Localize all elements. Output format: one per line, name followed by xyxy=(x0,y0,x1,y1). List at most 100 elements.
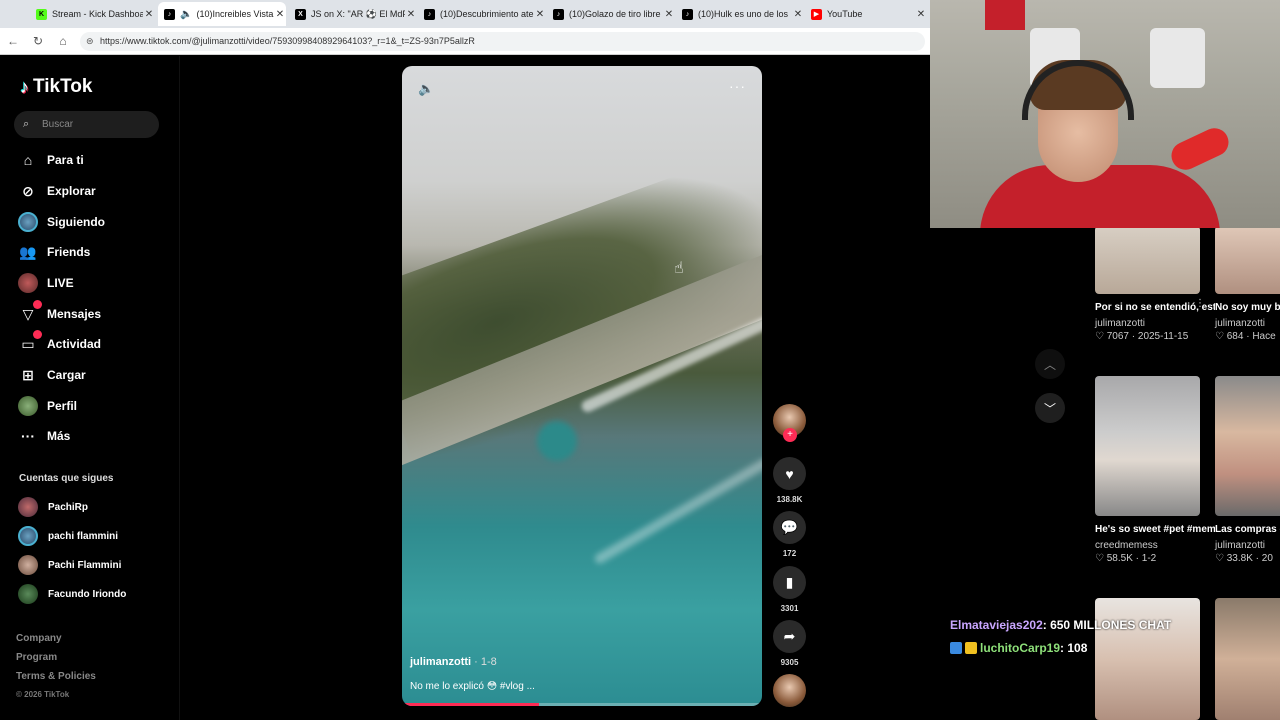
tiktok-icon: ♪ xyxy=(553,8,564,20)
chat-message: luchitoCarp19: 108 xyxy=(950,641,1087,655)
creator-avatar-button[interactable]: + xyxy=(773,404,806,442)
browser-tab[interactable]: ♪ (10)Descubrimiento ate ✕ xyxy=(418,2,546,26)
browser-tab-bar: K Stream - Kick Dashboard ✕ ♪ 🔈 (10)Incr… xyxy=(0,0,930,28)
browser-tab[interactable]: ♪ (10)Golazo de tiro libre ✕ xyxy=(547,2,675,26)
chevron-up-icon: ︿ xyxy=(1043,357,1056,372)
video-card[interactable]: Por si no se entendió, estoy... julimanz… xyxy=(1095,228,1215,342)
avatar xyxy=(18,497,38,517)
video-card[interactable]: Las compras ellas y la de e julimanzotti… xyxy=(1215,376,1280,564)
close-tab-icon[interactable]: ✕ xyxy=(143,9,155,20)
activity-icon: ▭ xyxy=(18,330,42,354)
kick-icon: K xyxy=(36,8,47,20)
video-card[interactable]: He's so sweet #pet #meme... creedmemess … xyxy=(1095,376,1215,564)
footer-link-program[interactable]: Program xyxy=(16,652,57,663)
footer-link-terms[interactable]: Terms & Policies xyxy=(16,671,96,682)
following-avatar-icon xyxy=(18,212,38,232)
notification-badge xyxy=(33,330,42,339)
footer-link-company[interactable]: Company xyxy=(16,633,62,644)
search-input[interactable]: ⌕ Buscar xyxy=(14,111,159,138)
chevron-down-icon: ﹀ xyxy=(1043,401,1056,416)
nav-item-actividad[interactable]: ▭ Actividad xyxy=(18,330,101,355)
nav-item-para-ti[interactable]: ⌂ Para ti xyxy=(18,149,84,171)
video-progress-fill xyxy=(402,703,539,706)
reload-icon[interactable]: ↻ xyxy=(30,34,46,48)
nav-item-explorar[interactable]: ⊘ Explorar xyxy=(18,180,96,202)
like-button[interactable]: ♥ 138.8K xyxy=(773,457,806,504)
tiktok-logo[interactable]: ♪ TikTok xyxy=(20,76,92,98)
url-input[interactable]: ⊜ https://www.tiktok.com/@julimanzotti/v… xyxy=(80,32,925,51)
nav-item-mas[interactable]: ··· Más xyxy=(18,425,70,447)
compass-icon: ⊘ xyxy=(22,182,34,199)
follow-plus-icon[interactable]: + xyxy=(783,428,797,442)
close-tab-icon[interactable]: ✕ xyxy=(663,9,675,20)
video-thumbnail xyxy=(1095,228,1200,294)
tiktok-icon: ♪ xyxy=(164,8,175,20)
x-icon: X xyxy=(295,8,306,20)
following-heading: Cuentas que sigues xyxy=(19,473,114,484)
following-account[interactable]: PachiRp xyxy=(18,497,88,517)
share-icon: ➦ xyxy=(773,620,806,653)
site-info-icon[interactable]: ⊜ xyxy=(86,32,94,51)
bookmark-icon: ▮ xyxy=(773,566,806,599)
video-thumbnail xyxy=(1215,376,1280,516)
heart-icon: ♥ xyxy=(773,457,806,490)
avatar xyxy=(18,555,38,575)
comment-button[interactable]: 💬 172 xyxy=(773,511,806,558)
comment-icon: 💬 xyxy=(773,511,806,544)
webcam-overlay xyxy=(930,0,1280,228)
avatar: + xyxy=(773,404,806,442)
following-account[interactable]: Facundo Iriondo xyxy=(18,584,126,604)
home-icon: ⌂ xyxy=(23,152,33,168)
video-player[interactable]: 🔈 ··· julimanzotti · 1-8 No me lo explic… xyxy=(402,66,762,706)
tiktok-icon: ♪ xyxy=(424,8,435,20)
nav-item-perfil[interactable]: Perfil xyxy=(18,395,77,417)
following-account[interactable]: pachi flammini xyxy=(18,526,118,546)
browser-tab[interactable]: ♪ (10)Hulk es uno de los ✕ xyxy=(676,2,804,26)
volume-icon[interactable]: 🔈 xyxy=(418,81,434,97)
mouse-cursor-icon: ☝ xyxy=(674,260,684,277)
browser-tab[interactable]: X JS on X: "AR ⚽ El MdP d ✕ xyxy=(289,2,417,26)
search-icon: ⌕ xyxy=(23,118,30,130)
close-tab-icon[interactable]: ✕ xyxy=(915,9,927,20)
speaker-icon: 🔈 xyxy=(180,8,193,20)
microphone-icon xyxy=(1166,123,1234,175)
badge-icon xyxy=(950,642,962,654)
following-account[interactable]: Pachi Flammini xyxy=(18,555,121,575)
more-options-icon[interactable]: ⋮ xyxy=(1195,298,1205,309)
nav-item-mensajes[interactable]: ▽ Mensajes xyxy=(18,300,101,325)
tiktok-icon: ♪ xyxy=(682,8,693,20)
address-bar: ← ↻ ⌂ ⊜ https://www.tiktok.com/@julimanz… xyxy=(0,28,930,55)
browser-tab[interactable]: K Stream - Kick Dashboard ✕ xyxy=(30,2,155,26)
nav-item-friends[interactable]: 👥 Friends xyxy=(18,241,90,263)
video-thumbnail xyxy=(1095,376,1200,516)
video-card[interactable] xyxy=(1095,598,1215,720)
browser-tab[interactable]: ▶ YouTube ✕ xyxy=(805,2,927,26)
back-icon[interactable]: ← xyxy=(5,34,21,48)
video-card[interactable]: No soy muy b en estos jueg julimanzotti … xyxy=(1215,228,1280,342)
close-tab-icon[interactable]: ✕ xyxy=(534,9,546,20)
nav-item-live[interactable]: LIVE xyxy=(18,272,74,294)
chat-message: Elmataviejas202: 650 MILLONES CHAT xyxy=(950,618,1172,632)
nav-item-siguiendo[interactable]: Siguiendo xyxy=(18,211,105,233)
more-options-icon[interactable]: ··· xyxy=(729,78,746,94)
close-tab-icon[interactable]: ✕ xyxy=(274,9,286,20)
video-caption[interactable]: No me lo explicó 😳 #vlog ... xyxy=(410,681,535,692)
previous-video-button[interactable]: ︿ xyxy=(1035,349,1065,379)
video-thumbnail xyxy=(1095,598,1200,720)
close-tab-icon[interactable]: ✕ xyxy=(405,9,417,20)
video-author[interactable]: julimanzotti · 1-8 xyxy=(410,656,497,668)
profile-avatar-icon xyxy=(18,396,38,416)
browser-tab-active[interactable]: ♪ 🔈 (10)Increibles Vista ✕ xyxy=(158,2,286,26)
video-thumbnail xyxy=(1215,598,1280,720)
home-icon[interactable]: ⌂ xyxy=(55,34,71,48)
close-tab-icon[interactable]: ✕ xyxy=(792,9,804,20)
tiktok-logo-icon: ♪ xyxy=(20,76,29,97)
next-video-button[interactable]: ﹀ xyxy=(1035,393,1065,423)
nav-item-cargar[interactable]: ⊞ Cargar xyxy=(18,364,86,386)
sound-avatar-button[interactable] xyxy=(773,674,806,707)
upload-icon: ⊞ xyxy=(22,366,34,383)
video-card[interactable] xyxy=(1215,598,1280,720)
video-progress-bar[interactable] xyxy=(402,703,762,706)
save-button[interactable]: ▮ 3301 xyxy=(773,566,806,613)
share-button[interactable]: ➦ 9305 xyxy=(773,620,806,667)
